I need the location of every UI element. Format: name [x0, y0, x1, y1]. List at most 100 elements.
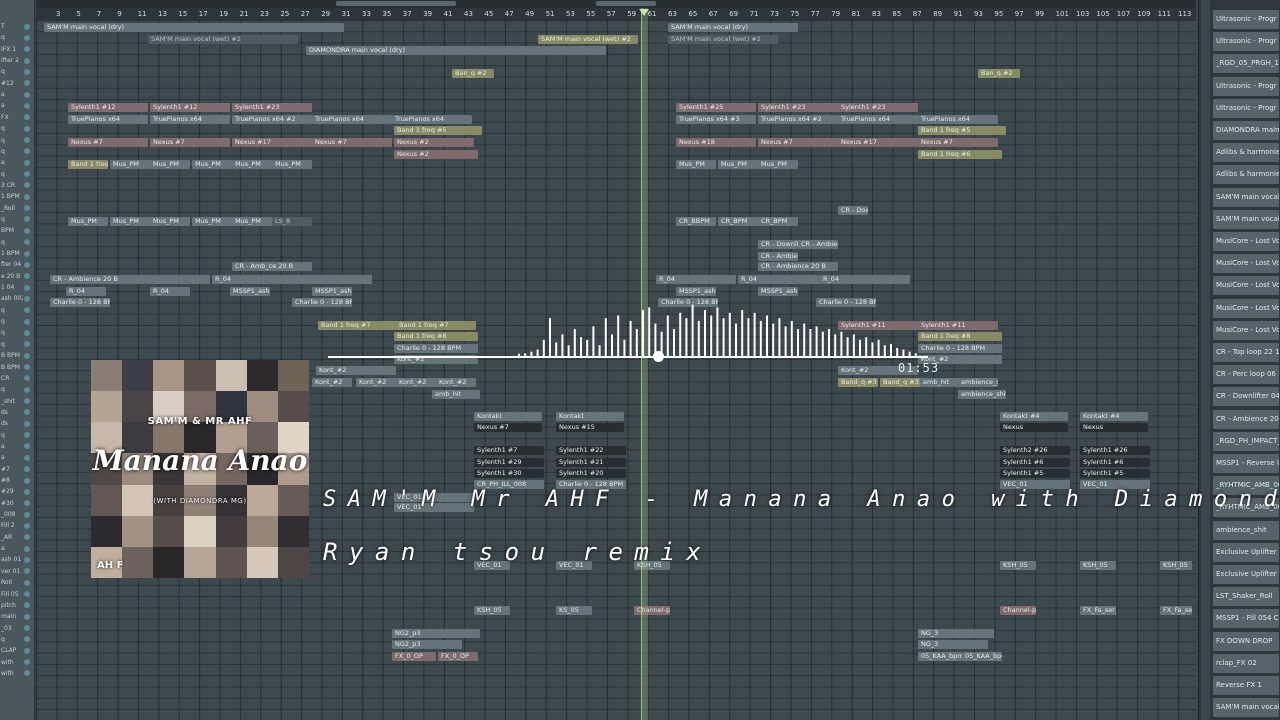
track-mute-led-icon[interactable]	[24, 341, 30, 348]
pattern-clip[interactable]: TruePianos x64 #2	[758, 115, 838, 124]
pattern-clip[interactable]: 05_KAA_bpm1	[918, 652, 962, 661]
track-mute-led-icon[interactable]	[24, 80, 30, 87]
pattern-clip[interactable]: Mus_PM	[150, 160, 190, 169]
track-mute-led-icon[interactable]	[24, 193, 30, 200]
track-mute-led-icon[interactable]	[24, 114, 30, 121]
pattern-clip[interactable]: MSSP1_ash 002	[312, 287, 352, 296]
track-mute-led-icon[interactable]	[24, 364, 30, 370]
track-label[interactable]: ds	[1, 419, 23, 428]
track-mute-led-icon[interactable]	[24, 216, 30, 223]
track-label[interactable]: fter 04	[1, 260, 23, 269]
track-label[interactable]: Roll	[1, 578, 23, 587]
browser-item[interactable]: SAM'M main vocal	[1213, 187, 1279, 207]
browser-item[interactable]: Ultrasonic - Progr	[1213, 32, 1279, 52]
top-scrollbar[interactable]	[36, 0, 1196, 8]
track-label[interactable]: ds	[1, 408, 23, 417]
track-label[interactable]: main	[1, 612, 23, 621]
pattern-clip[interactable]: Band 1 freq #6	[68, 160, 108, 169]
browser-item[interactable]: Adlibs & harmonie	[1213, 165, 1279, 185]
browser-item[interactable]: Exclusive Uplifter 1	[1213, 565, 1279, 584]
pattern-clip[interactable]: KSH_05	[1000, 561, 1036, 570]
track-label[interactable]: #7	[1, 465, 23, 474]
pattern-clip[interactable]: KS_05	[556, 606, 592, 615]
pattern-clip[interactable]: R_04	[820, 275, 910, 284]
pattern-clip[interactable]: Nexus #18	[676, 138, 756, 147]
pattern-clip[interactable]: FX_Fa_ser_01	[1160, 606, 1192, 615]
track-label[interactable]: q	[1, 328, 23, 337]
pattern-clip[interactable]: Nexus #7	[918, 138, 998, 147]
pattern-clip[interactable]: LS_8	[272, 217, 312, 226]
pattern-clip[interactable]: Nexus #17	[232, 138, 312, 147]
pattern-clip[interactable]: Band 1 freq #5	[394, 126, 482, 135]
pattern-clip[interactable]: Kontakt #4	[1080, 412, 1148, 421]
track-label[interactable]: with	[1, 658, 23, 667]
pattern-clip[interactable]: TruePianos x64	[312, 115, 392, 124]
track-label[interactable]: a	[1, 90, 23, 99]
pattern-clip[interactable]: Kontakt	[474, 412, 542, 421]
pattern-clip[interactable]: Sylenth1 #20	[556, 469, 626, 478]
track-label[interactable]: #8	[1, 476, 23, 485]
track-label[interactable]: #29	[1, 487, 23, 496]
pattern-clip[interactable]: Nexus #7	[312, 138, 392, 147]
browser-item[interactable]: CR - Top loop 22 1	[1213, 343, 1279, 362]
pattern-clip[interactable]: ambience_shit	[958, 390, 1006, 399]
track-label[interactable]: CR	[1, 374, 23, 383]
pattern-clip[interactable]: 05_KAA_bpm1	[962, 652, 1002, 661]
track-mute-led-icon[interactable]	[24, 171, 30, 178]
track-label[interactable]: with	[1, 669, 23, 678]
pattern-clip[interactable]: TruePianos x64	[150, 115, 230, 124]
pattern-clip[interactable]: Sylenth1 #11	[918, 321, 998, 330]
track-label[interactable]: q	[1, 147, 23, 156]
browser-item[interactable]: MusiCore - Lost Vo	[1213, 276, 1279, 296]
pattern-clip[interactable]: Sylenth1 #22	[556, 446, 626, 455]
pattern-clip[interactable]: SAM'M main vocal (dry)	[668, 23, 798, 32]
track-label[interactable]: pitch	[1, 601, 23, 610]
pattern-clip[interactable]: Sylenth1 #6	[1000, 458, 1070, 467]
track-label[interactable]: e 20 B	[1, 272, 23, 281]
track-mute-led-icon[interactable]	[24, 659, 30, 666]
browser-item[interactable]: MusiCore - Lost Vo	[1213, 254, 1279, 274]
pattern-clip[interactable]: Mus_PM	[110, 217, 150, 226]
browser-item[interactable]: MusiCore - Lost Vo	[1213, 320, 1279, 340]
pattern-clip[interactable]: Sylenth1 #23	[232, 103, 312, 112]
track-mute-led-icon[interactable]	[24, 125, 30, 132]
track-mute-led-icon[interactable]	[24, 307, 30, 314]
browser-item[interactable]: _RGD_PH_IMPACT_	[1213, 431, 1279, 451]
pattern-clip[interactable]: Band_q #3	[838, 378, 878, 387]
pattern-clip[interactable]: Sylenth1 #26	[1080, 446, 1150, 455]
track-label[interactable]: a	[1, 453, 23, 462]
track-mute-led-icon[interactable]	[24, 227, 30, 234]
pattern-clip[interactable]: Nexus #7	[758, 138, 838, 147]
track-mute-led-icon[interactable]	[24, 613, 30, 620]
browser-item[interactable]: SAM'M main vocal	[1213, 698, 1279, 718]
pattern-clip[interactable]: Sylenth1 #23	[838, 103, 918, 112]
pattern-clip[interactable]: Ban_q #2	[978, 69, 1020, 78]
pattern-clip[interactable]: R_04	[212, 275, 372, 284]
track-label[interactable]: q	[1, 635, 23, 644]
top-scrollbar-thumb-2[interactable]	[596, 1, 656, 6]
pattern-clip[interactable]: amb_hit	[920, 378, 960, 387]
pattern-clip[interactable]: Mus_PM	[676, 160, 716, 169]
pattern-clip[interactable]: Nexus #7	[68, 138, 148, 147]
browser-item[interactable]: ambience_shit	[1213, 520, 1279, 540]
track-mute-led-icon[interactable]	[24, 443, 30, 450]
track-mute-led-icon[interactable]	[24, 137, 30, 143]
pattern-clip[interactable]: Ban_q #2	[452, 69, 494, 78]
track-label[interactable]: q	[1, 170, 23, 179]
pattern-clip[interactable]: Nexus #15	[556, 423, 624, 432]
pattern-clip[interactable]: MSSP1_ash 002	[230, 287, 270, 296]
browser-item[interactable]: DIAMONDRA main v	[1213, 121, 1279, 140]
track-mute-led-icon[interactable]	[24, 375, 30, 382]
track-mute-led-icon[interactable]	[24, 636, 30, 643]
pattern-clip[interactable]: NG2_p3	[392, 629, 480, 638]
browser-item[interactable]: MSSP1 - Reverse U	[1213, 454, 1279, 473]
pattern-clip[interactable]: Kont_#2	[436, 378, 476, 387]
pattern-clip[interactable]: NG2_p3	[392, 640, 462, 649]
pattern-clip[interactable]: Band 1 freq #6	[918, 150, 1002, 159]
pattern-clip[interactable]: Mus_PM	[110, 160, 150, 169]
pattern-clip[interactable]: Channel-pitch	[634, 606, 670, 615]
pattern-clip[interactable]: Kontakt	[556, 412, 624, 421]
top-scrollbar-thumb[interactable]	[336, 1, 456, 6]
pattern-clip[interactable]: Band_q #3	[880, 378, 920, 387]
browser-item[interactable]: Exclusive Uplifter 1	[1213, 542, 1279, 562]
